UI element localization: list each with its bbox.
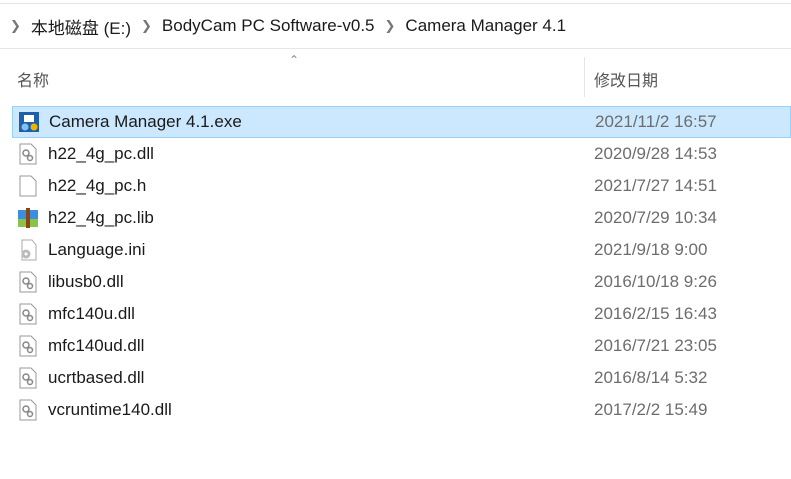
file-name: h22_4g_pc.h [48, 176, 147, 195]
dll-icon [17, 366, 39, 390]
dll-icon [17, 270, 39, 294]
file-row[interactable]: libusb0.dll 2016/10/18 9:26 [12, 266, 791, 298]
file-name: mfc140ud.dll [48, 336, 145, 355]
column-name[interactable]: 名称 [17, 67, 49, 91]
winrar-archive-icon [17, 206, 39, 230]
blank-file-icon [17, 174, 39, 198]
dll-icon [17, 398, 39, 422]
file-name: mfc140u.dll [48, 304, 135, 323]
sort-ascending-icon: ⌃ [289, 53, 300, 67]
exe-icon [18, 110, 40, 134]
file-row[interactable]: mfc140ud.dll 2016/7/21 23:05 [12, 330, 791, 362]
column-header: ⌃ 名称 修改日期 [0, 53, 791, 97]
breadcrumb-current[interactable]: Camera Manager 4.1 [405, 16, 566, 36]
file-name: vcruntime140.dll [48, 400, 172, 419]
file-date: 2017/2/2 15:49 [594, 400, 708, 419]
file-date: 2016/2/15 16:43 [594, 304, 717, 323]
file-row[interactable]: mfc140u.dll 2016/2/15 16:43 [12, 298, 791, 330]
file-name: libusb0.dll [48, 272, 124, 291]
file-row[interactable]: vcruntime140.dll 2017/2/2 15:49 [12, 394, 791, 426]
file-row[interactable]: h22_4g_pc.h 2021/7/27 14:51 [12, 170, 791, 202]
file-date: 2016/8/14 5:32 [594, 368, 708, 387]
column-date-modified[interactable]: 修改日期 [594, 67, 658, 91]
breadcrumb: ❯ 本地磁盘 (E:) ❯ BodyCam PC Software-v0.5 ❯… [0, 4, 791, 49]
file-date: 2016/7/21 23:05 [594, 336, 717, 355]
column-divider[interactable] [584, 57, 585, 97]
file-row[interactable]: h22_4g_pc.lib 2020/7/29 10:34 [12, 202, 791, 234]
file-date: 2021/9/18 9:00 [594, 240, 708, 259]
file-row[interactable]: h22_4g_pc.dll 2020/9/28 14:53 [12, 138, 791, 170]
file-date: 2021/7/27 14:51 [594, 176, 717, 195]
chevron-right-icon[interactable]: ❯ [141, 18, 152, 34]
file-row[interactable]: ucrtbased.dll 2016/8/14 5:32 [12, 362, 791, 394]
file-row[interactable]: Camera Manager 4.1.exe 2021/11/2 16:57 [12, 106, 791, 138]
file-name: ucrtbased.dll [48, 368, 145, 387]
file-date: 2016/10/18 9:26 [594, 272, 717, 291]
dll-icon [17, 334, 39, 358]
file-date: 2020/7/29 10:34 [594, 208, 717, 227]
breadcrumb-folder[interactable]: BodyCam PC Software-v0.5 [162, 16, 375, 36]
dll-icon [17, 142, 39, 166]
file-name: h22_4g_pc.lib [48, 208, 154, 227]
ini-settings-icon [17, 238, 39, 262]
file-date: 2020/9/28 14:53 [594, 144, 717, 163]
file-name: h22_4g_pc.dll [48, 144, 154, 163]
chevron-right-icon[interactable]: ❯ [385, 18, 396, 34]
file-row[interactable]: Language.ini 2021/9/18 9:00 [12, 234, 791, 266]
file-name: Language.ini [48, 240, 146, 259]
file-date: 2021/11/2 16:57 [595, 112, 717, 131]
breadcrumb-drive[interactable]: 本地磁盘 (E:) [31, 14, 131, 39]
dll-icon [17, 302, 39, 326]
file-name: Camera Manager 4.1.exe [49, 112, 242, 131]
chevron-right-icon[interactable]: ❯ [10, 18, 21, 34]
